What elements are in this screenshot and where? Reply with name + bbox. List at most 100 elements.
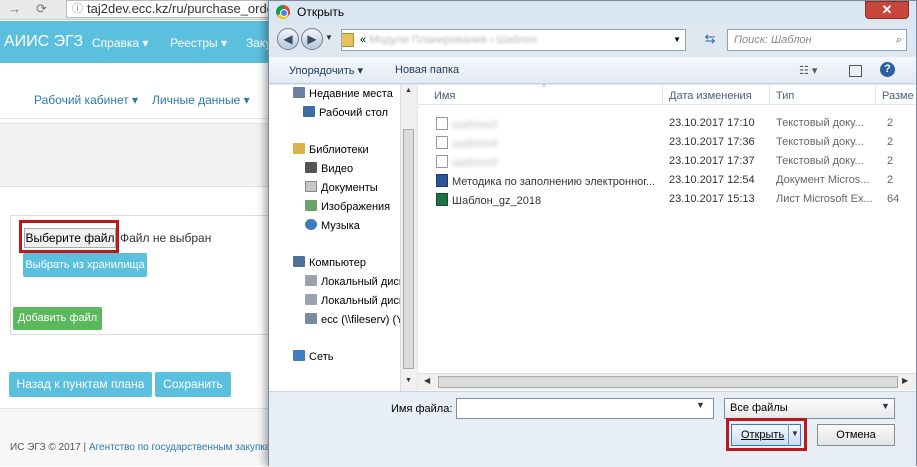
nav-help[interactable]: Справка ▾ (92, 36, 148, 50)
col-date[interactable]: Дата изменения (669, 90, 752, 102)
reload-icon[interactable]: ⟳ (36, 1, 47, 17)
file-name: Методика по заполнению электронног... (452, 176, 656, 188)
text-file-icon (436, 136, 448, 149)
disk-icon (305, 294, 317, 305)
file-date: 23.10.2017 17:10 (669, 117, 755, 129)
scroll-thumb[interactable] (403, 129, 414, 369)
save-button[interactable]: Сохранить (155, 372, 231, 397)
file-name: шаблон3 (452, 119, 498, 131)
info-icon: ⓘ (72, 3, 83, 15)
preview-pane-icon[interactable] (849, 65, 862, 77)
disk-icon (305, 275, 317, 286)
file-name: Шаблон_gz_2018 (452, 195, 542, 207)
history-dropdown-icon[interactable]: ▼ (325, 33, 333, 42)
file-name-cell: шаблон4 (436, 136, 666, 150)
tree-label: ecc (\\fileserv) (Y (321, 314, 404, 326)
file-row[interactable]: Шаблон_gz_2018 23.10.2017 15:13 Лист Mic… (418, 190, 916, 209)
file-type-filter[interactable]: Все файлы (724, 398, 895, 419)
organize-button[interactable]: Упорядочить ▾ (289, 64, 363, 77)
filename-dropdown-icon[interactable]: ▼ (696, 400, 705, 410)
hscroll-thumb[interactable] (438, 376, 898, 388)
help-icon[interactable]: ? (880, 62, 895, 77)
search-icon[interactable]: ⌕ (896, 30, 902, 50)
choose-from-storage-button[interactable]: Выбрать из хранилища (23, 253, 147, 277)
scroll-right-icon[interactable]: ▶ (902, 376, 908, 385)
tree-label: Недавние места (309, 88, 393, 100)
nav-personal-data[interactable]: Личные данные ▾ (152, 93, 250, 107)
file-size: 2 (887, 155, 894, 167)
computer-icon (293, 256, 305, 267)
file-row[interactable]: шаблон5 23.10.2017 17:37 Текстовый доку.… (418, 152, 916, 171)
path-dropdown-icon[interactable]: ▼ (673, 30, 681, 50)
libraries-icon (293, 143, 305, 154)
search-placeholder: Поиск: Шаблон (734, 34, 812, 46)
text-file-icon (436, 117, 448, 130)
forward-arrow-icon[interactable]: → (8, 1, 21, 16)
path-blurred: Модули Планирования › Шаблон (369, 34, 538, 46)
dialog-toolbar: Упорядочить ▾ Новая папка ☷ ▾ ? (269, 57, 916, 84)
tree-label: Библиотеки (309, 144, 369, 156)
file-row[interactable]: шаблон4 23.10.2017 17:36 Текстовый доку.… (418, 133, 916, 152)
refresh-icon[interactable]: ⇆ (701, 30, 719, 48)
scroll-up-icon[interactable]: ▲ (405, 87, 412, 94)
file-date: 23.10.2017 12:54 (669, 174, 755, 186)
file-list-hscrollbar[interactable]: ◀ ▶ (418, 373, 916, 390)
footer-text: ИС ЭГЗ © 2017 | Агентство по государстве… (10, 442, 277, 453)
copyright: ИС ЭГЗ © 2017 | (10, 442, 89, 453)
tree-label: Музыка (321, 220, 360, 232)
file-name-cell: шаблон5 (436, 155, 666, 169)
new-folder-button[interactable]: Новая папка (395, 64, 459, 76)
file-type: Текстовый доку... (776, 117, 864, 129)
nav-registries[interactable]: Реестры ▾ (170, 36, 227, 50)
agency-link[interactable]: Агентство по государственным закупкам (89, 442, 277, 453)
open-file-dialog: Открыть ✕ ◀ ▶ ▼ « Модули Планирования › … (268, 0, 917, 467)
music-icon (305, 219, 317, 230)
filter-dropdown-icon[interactable]: ▼ (881, 401, 890, 411)
word-file-icon (436, 174, 448, 187)
back-icon[interactable]: ◀ (277, 28, 299, 50)
desktop-icon (303, 106, 315, 117)
chrome-icon (276, 5, 290, 19)
open-options-icon[interactable]: ▼ (788, 424, 801, 446)
scroll-down-icon[interactable]: ▼ (405, 377, 412, 384)
back-to-plan-button[interactable]: Назад к пунктам плана (9, 372, 152, 397)
scroll-left-icon[interactable]: ◀ (424, 376, 430, 385)
add-file-button[interactable]: Добавить файл (13, 307, 102, 330)
brand-logo[interactable]: АИИС ЭГЗ (4, 33, 83, 51)
tree-label: Изображения (321, 201, 391, 213)
close-button[interactable]: ✕ (865, 1, 909, 19)
file-name-cell: Методика по заполнению электронног... (436, 174, 666, 188)
filename-input[interactable] (456, 398, 714, 419)
path-bar[interactable]: « Модули Планирования › Шаблон ▼ (341, 29, 686, 51)
dialog-titlebar[interactable]: Открыть ✕ (269, 1, 916, 23)
file-type: Документ Micros... (776, 174, 870, 186)
address-bar[interactable]: ⓘ taj2dev.ecc.kz/ru/purchase_orde (66, 0, 286, 18)
file-type: Лист Microsoft Ex... (776, 193, 873, 205)
no-file-label: Файл не выбран (120, 231, 212, 245)
tree-label: Документы (321, 182, 378, 194)
file-row[interactable]: шаблон3 23.10.2017 17:10 Текстовый доку.… (418, 114, 916, 133)
col-size[interactable]: Разме (882, 90, 914, 102)
col-type[interactable]: Тип (776, 90, 794, 102)
file-name-cell: Шаблон_gz_2018 (436, 193, 666, 207)
text-file-icon (436, 155, 448, 168)
tree-scrollbar[interactable]: ▲ ▼ (400, 85, 417, 391)
forward-icon[interactable]: ▶ (301, 28, 323, 50)
nav-cabinet[interactable]: Рабочий кабинет ▾ (34, 93, 138, 107)
dialog-search-input[interactable]: Поиск: Шаблон ⌕ (727, 29, 907, 51)
network-icon (293, 350, 305, 361)
network-drive-icon (305, 313, 317, 324)
col-name[interactable]: Имя (434, 90, 455, 102)
tree-label: Локальный диск (321, 276, 404, 288)
tree-label: Сеть (309, 351, 334, 363)
tree-label: Рабочий стол (319, 107, 389, 119)
file-row[interactable]: Методика по заполнению электронног... 23… (418, 171, 916, 190)
file-date: 23.10.2017 17:36 (669, 136, 755, 148)
file-name: шаблон4 (452, 138, 498, 150)
view-options-icon[interactable]: ☷ ▾ (799, 64, 817, 77)
video-icon (305, 162, 317, 173)
excel-file-icon (436, 193, 448, 206)
file-size: 2 (887, 174, 894, 186)
cancel-button[interactable]: Отмена (817, 424, 895, 446)
choose-file-button[interactable]: Выберите файл (24, 228, 116, 248)
